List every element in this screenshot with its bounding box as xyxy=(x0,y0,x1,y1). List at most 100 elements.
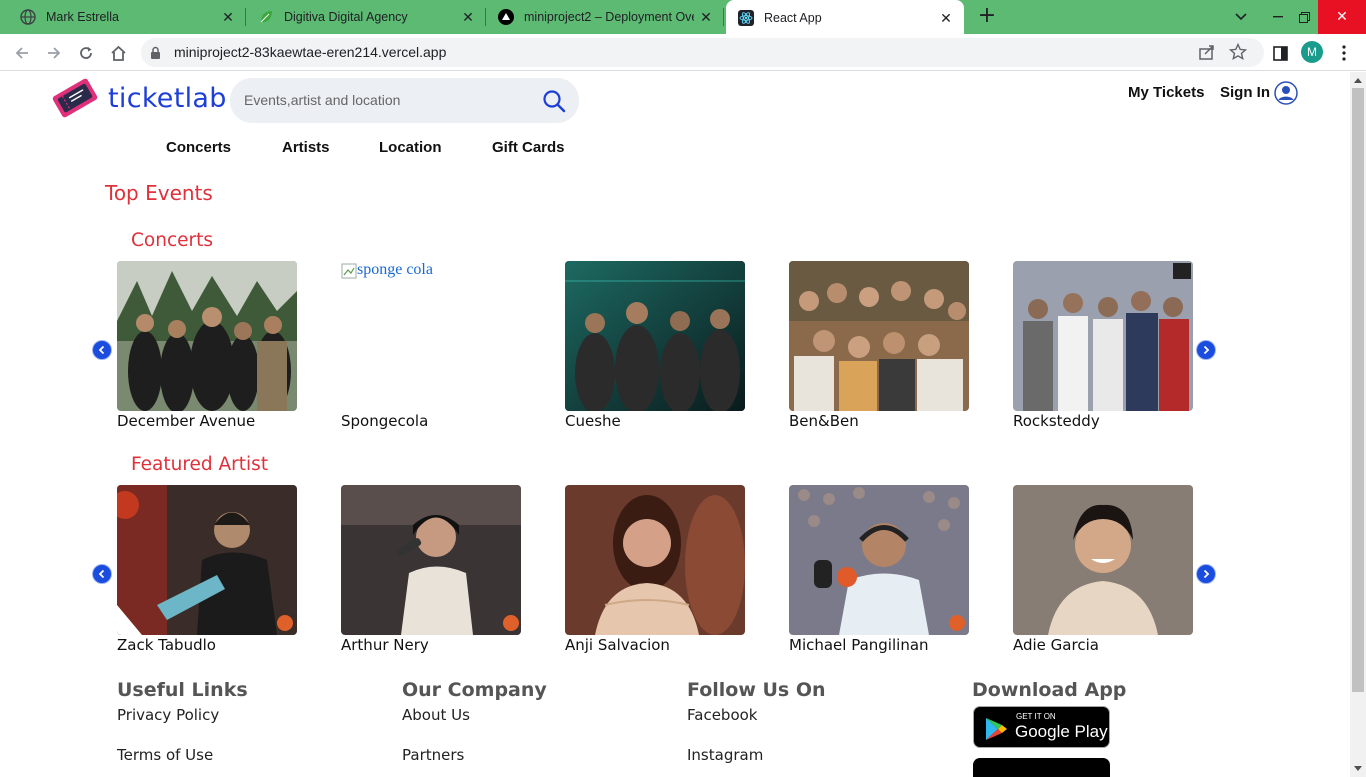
partners-link[interactable]: Partners xyxy=(402,746,464,764)
google-play-icon xyxy=(986,718,1007,740)
concert-card[interactable]: Cueshe xyxy=(565,261,745,430)
terms-of-use-link[interactable]: Terms of Use xyxy=(117,746,213,764)
band-photo[interactable] xyxy=(1013,261,1193,411)
artist-photo[interactable] xyxy=(789,485,969,635)
react-icon xyxy=(738,10,754,26)
artist-photo[interactable] xyxy=(565,485,745,635)
artist-photo[interactable] xyxy=(1013,485,1193,635)
card-caption: Adie Garcia xyxy=(1013,636,1099,654)
url-text: miniproject2-83kaewtae-eren214.vercel.ap… xyxy=(174,44,447,60)
my-tickets-link[interactable]: My Tickets xyxy=(1128,84,1204,101)
google-play-badge[interactable]: GET IT ON Google Play xyxy=(973,706,1110,748)
band-photo[interactable] xyxy=(117,261,297,411)
artist-photo[interactable] xyxy=(117,485,297,635)
browser-tab-active[interactable]: React App ✕ xyxy=(726,0,964,36)
share-icon[interactable] xyxy=(1198,43,1218,63)
new-tab-icon[interactable]: + xyxy=(975,4,999,30)
sign-in-link[interactable]: Sign In xyxy=(1220,84,1270,101)
scroll-down-icon[interactable] xyxy=(1354,766,1362,771)
user-icon[interactable] xyxy=(1274,81,1298,109)
search-bar[interactable]: Events,artist and location xyxy=(230,78,579,123)
prev-arrow-icon[interactable] xyxy=(92,564,112,584)
lock-icon[interactable] xyxy=(150,45,161,64)
close-icon[interactable]: ✕ xyxy=(934,10,958,27)
logo-text: ticketlab xyxy=(108,82,227,114)
browser-tab[interactable]: Mark Estrella ✕ xyxy=(8,0,246,34)
reload-icon[interactable] xyxy=(73,40,99,66)
artist-card[interactable]: Michael Pangilinan xyxy=(789,485,969,654)
globe-icon xyxy=(20,9,36,25)
facebook-link[interactable]: Facebook xyxy=(687,706,757,724)
minimize-icon[interactable] xyxy=(1265,0,1291,34)
artist-card[interactable]: Arthur Nery xyxy=(341,485,521,654)
footer-company-heading: Our Company xyxy=(402,679,547,701)
instagram-link[interactable]: Instagram xyxy=(687,746,763,764)
back-icon[interactable] xyxy=(9,40,35,66)
card-caption: Ben&Ben xyxy=(789,412,859,430)
web-page: ticketlab Events,artist and location My … xyxy=(0,72,1350,777)
side-panel-icon[interactable] xyxy=(1267,40,1293,66)
card-caption: December Avenue xyxy=(117,412,256,430)
tab-title: Mark Estrella xyxy=(46,10,119,24)
close-icon[interactable]: ✕ xyxy=(694,9,718,26)
about-us-link[interactable]: About Us xyxy=(402,706,470,724)
broken-image[interactable]: sponge cola xyxy=(341,261,521,411)
broken-image-icon xyxy=(341,263,357,279)
nav-artists[interactable]: Artists xyxy=(282,139,330,156)
address-bar[interactable]: miniproject2-83kaewtae-eren214.vercel.ap… xyxy=(141,38,1264,67)
leaf-icon xyxy=(258,9,274,25)
browser-tab[interactable]: miniproject2 – Deployment Over ✕ xyxy=(486,0,724,34)
privacy-policy-link[interactable]: Privacy Policy xyxy=(117,706,219,724)
nav-gift-cards[interactable]: Gift Cards xyxy=(492,139,565,156)
featured-artist-heading: Featured Artist xyxy=(131,454,269,475)
page-scrollbar[interactable] xyxy=(1350,72,1366,777)
scrollbar-thumb[interactable] xyxy=(1352,88,1364,692)
band-photo[interactable] xyxy=(565,261,745,411)
next-arrow-icon[interactable] xyxy=(1196,340,1216,360)
more-menu-icon[interactable] xyxy=(1331,40,1357,66)
band-photo[interactable] xyxy=(789,261,969,411)
footer-follow-heading: Follow Us On xyxy=(687,679,826,701)
artist-card[interactable]: Adie Garcia xyxy=(1013,485,1193,654)
vercel-icon xyxy=(498,9,514,25)
nav-concerts[interactable]: Concerts xyxy=(166,139,231,156)
next-arrow-icon[interactable] xyxy=(1196,564,1216,584)
artist-card[interactable]: Anji Salvacion xyxy=(565,485,745,654)
search-input[interactable]: Events,artist and location xyxy=(244,92,400,108)
footer-download-heading: Download App xyxy=(972,679,1127,701)
image-alt-text: sponge cola xyxy=(357,261,433,278)
prev-arrow-icon[interactable] xyxy=(92,340,112,360)
close-icon[interactable]: ✕ xyxy=(456,9,480,26)
close-icon[interactable]: ✕ xyxy=(216,9,240,26)
browser-toolbar: miniproject2-83kaewtae-eren214.vercel.ap… xyxy=(0,34,1366,71)
artist-card[interactable]: Zack Tabudlo xyxy=(117,485,297,654)
card-caption: Anji Salvacion xyxy=(565,636,670,654)
logo[interactable]: ticketlab xyxy=(50,76,227,120)
search-icon[interactable] xyxy=(542,89,566,117)
browser-tab-bar: Mark Estrella ✕ Digitiva Digital Agency … xyxy=(0,0,1366,36)
concert-card[interactable]: Ben&Ben xyxy=(789,261,969,430)
card-caption: Zack Tabudlo xyxy=(117,636,216,654)
concert-card[interactable]: sponge cola Spongecola xyxy=(341,261,521,430)
card-caption: Cueshe xyxy=(565,412,621,430)
restore-icon[interactable] xyxy=(1291,0,1317,34)
home-icon[interactable] xyxy=(105,40,131,66)
card-caption: Rocksteddy xyxy=(1013,412,1100,430)
concert-card[interactable]: December Avenue xyxy=(117,261,297,430)
browser-tab[interactable]: Digitiva Digital Agency ✕ xyxy=(246,0,486,34)
profile-avatar[interactable]: M xyxy=(1301,41,1323,63)
scroll-up-icon[interactable] xyxy=(1354,78,1362,83)
tab-title: miniproject2 – Deployment Over xyxy=(524,10,694,24)
tab-title: Digitiva Digital Agency xyxy=(284,10,408,24)
tab-search-icon[interactable] xyxy=(1228,0,1254,34)
card-caption: Michael Pangilinan xyxy=(789,636,929,654)
bookmark-star-icon[interactable] xyxy=(1228,42,1249,63)
artist-photo[interactable] xyxy=(341,485,521,635)
nav-location[interactable]: Location xyxy=(379,139,442,156)
app-store-badge[interactable] xyxy=(973,758,1110,777)
forward-icon[interactable] xyxy=(41,40,67,66)
google-play-small-text: GET IT ON xyxy=(1016,712,1056,721)
concerts-heading: Concerts xyxy=(131,230,214,251)
window-close-icon[interactable]: ✕ xyxy=(1318,0,1366,34)
concert-card[interactable]: Rocksteddy xyxy=(1013,261,1193,430)
